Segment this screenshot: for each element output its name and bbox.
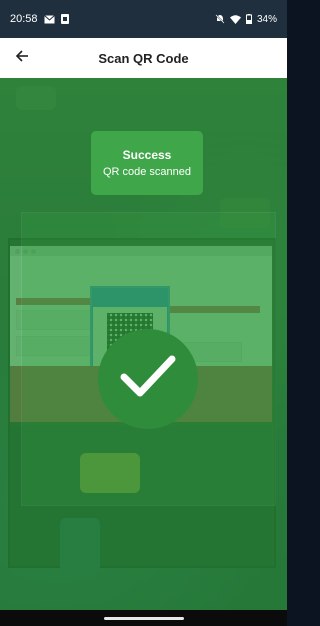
mute-icon <box>215 14 225 24</box>
battery-level: 34% <box>256 13 277 25</box>
arrow-left-icon <box>15 49 29 68</box>
success-title: Success <box>122 148 172 162</box>
page-title: Scan QR Code <box>98 50 189 66</box>
sim-icon <box>60 14 69 24</box>
success-message: QR code scanned <box>102 166 192 178</box>
wifi-icon <box>229 14 241 24</box>
checkmark-icon <box>118 353 178 406</box>
home-gesture-handle[interactable] <box>103 616 184 620</box>
mail-icon <box>43 14 55 24</box>
success-check-badge <box>98 329 198 429</box>
app-bar: Scan QR Code <box>0 38 287 78</box>
battery-icon <box>245 14 252 24</box>
status-time: 20:58 <box>10 13 38 25</box>
status-bar: 20:58 34% <box>0 0 287 38</box>
success-toast: Success QR code scanned <box>91 131 203 195</box>
back-button[interactable] <box>8 44 36 72</box>
system-nav-bar <box>0 610 287 626</box>
camera-preview: Success QR code scanned <box>0 78 287 610</box>
